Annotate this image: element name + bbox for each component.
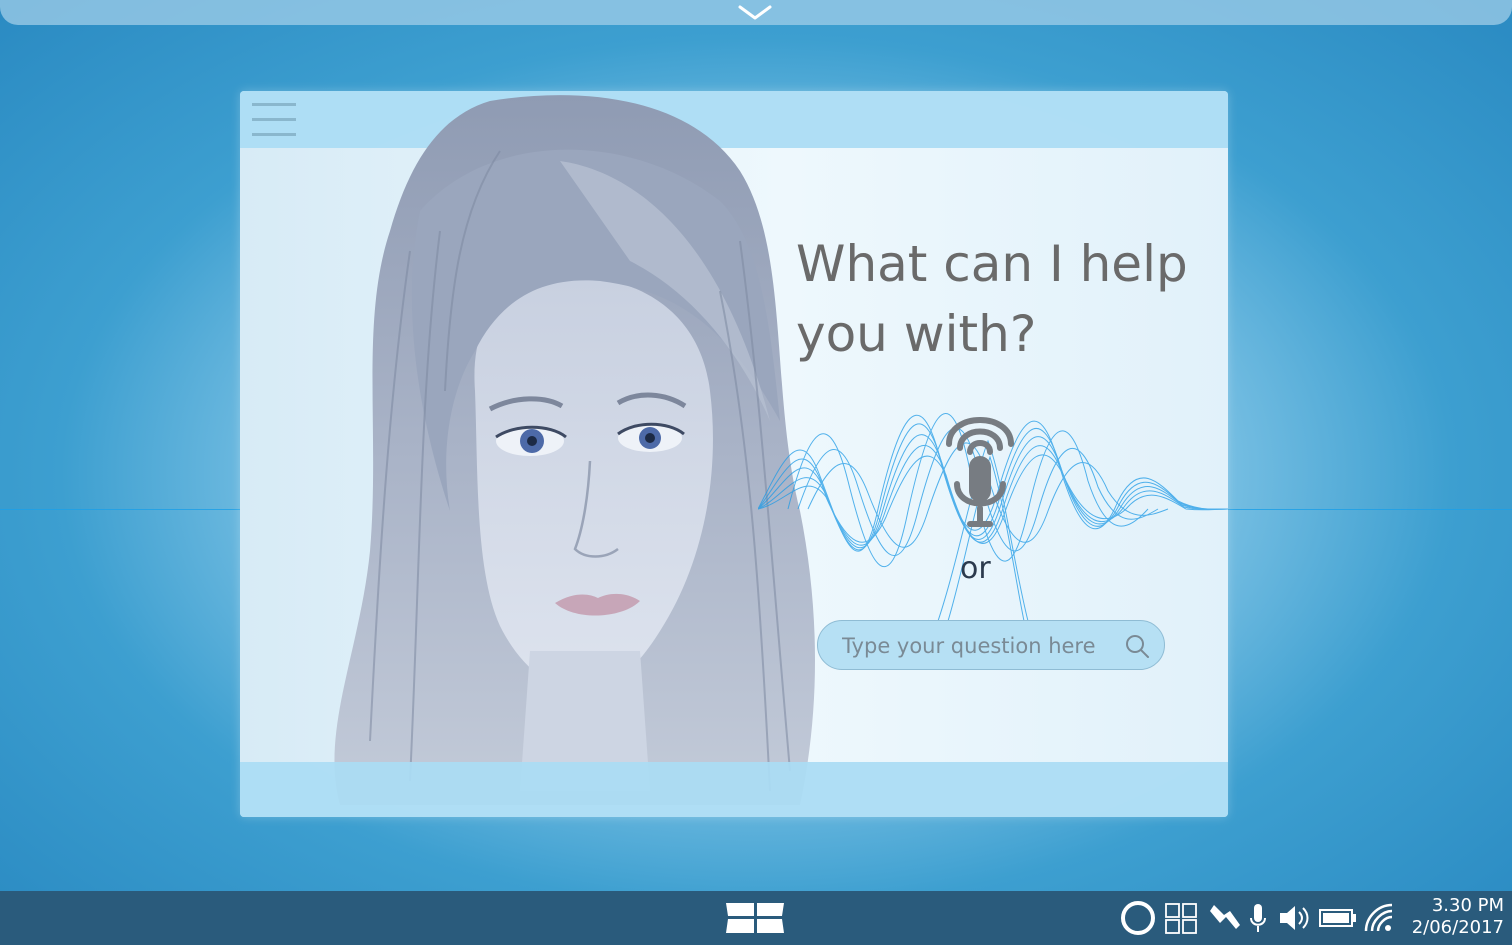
circle-icon[interactable] [1118,901,1158,935]
search-icon[interactable] [1124,633,1150,659]
top-pull-down-tab[interactable] [0,0,1512,25]
battery-icon[interactable] [1318,901,1358,935]
wifi-icon[interactable] [1362,901,1396,935]
prompt-line-2: you with? [796,305,1037,363]
assistant-avatar-portrait [334,95,815,805]
microphone-icon[interactable] [1248,901,1268,935]
microphone-button-icon[interactable] [943,404,1017,530]
assistant-window: What can I help you with? or [240,91,1228,817]
clock-date: 2/06/2017 [1411,917,1504,938]
clock-time: 3.30 PM [1431,895,1504,916]
chevron-down-icon[interactable] [738,2,772,22]
taskbar: 3.30 PM 2/06/2017 [0,891,1512,945]
system-clock[interactable]: 3.30 PM 2/06/2017 [1400,895,1504,939]
window-footer [240,762,1228,817]
assistant-prompt-heading: What can I help you with? [796,229,1216,369]
speaker-icon[interactable] [1276,901,1310,935]
hand-icon[interactable] [1206,901,1242,935]
windows-logo-icon[interactable] [724,901,786,935]
question-input[interactable] [840,621,1114,671]
search-box[interactable] [817,620,1165,671]
or-label: or [960,551,991,586]
grid-icon[interactable] [1164,901,1198,935]
hamburger-menu-icon[interactable] [252,103,296,137]
prompt-line-1: What can I help [796,235,1188,293]
